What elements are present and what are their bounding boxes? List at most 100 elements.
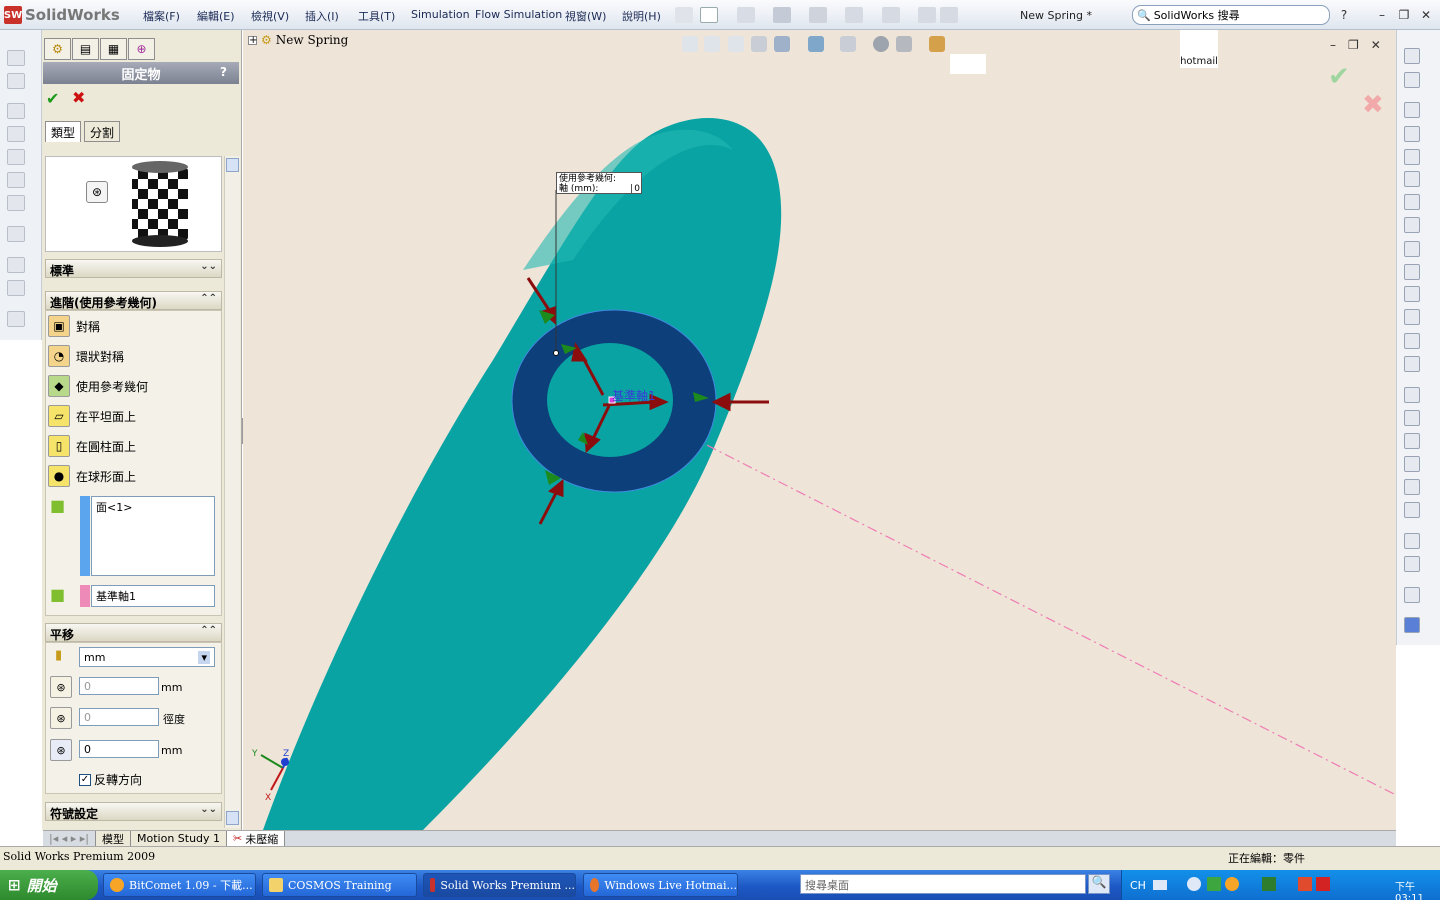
new-document-icon[interactable] [700,7,718,23]
ok-checkmark-icon[interactable]: ✔ [46,89,59,108]
translate-field-2[interactable]: 0 [79,708,159,726]
feature-tree-flyout[interactable]: + ⚙ New Spring [248,33,348,47]
hide-show-icon[interactable] [840,36,856,52]
view-orientation-icon[interactable] [774,36,790,52]
undo-icon[interactable] [845,7,863,23]
tray-app-icon-4[interactable] [1298,877,1312,891]
tray-app-icon-5[interactable] [1316,877,1330,891]
display-style-icon[interactable] [808,36,824,52]
rapid-sketch-icon[interactable] [1404,587,1420,603]
doc-restore-button[interactable]: ❐ [1348,38,1359,52]
menu-insert[interactable]: 插入(I) [305,8,339,24]
pm-help-button[interactable]: ? [220,65,227,79]
menu-file[interactable]: 檔案(F) [143,8,180,24]
pattern-icon[interactable] [1404,479,1420,495]
view-settings-icon[interactable] [929,36,945,52]
mirror-icon[interactable] [1404,387,1420,403]
tab-type[interactable]: 類型 [45,121,82,142]
menu-tools[interactable]: 工具(T) [358,8,395,24]
menu-flow-simulation[interactable]: Flow Simulation [475,8,562,21]
task-solidworks[interactable]: Solid Works Premium ... [423,873,576,897]
slot-icon[interactable] [1404,149,1420,165]
spring-body[interactable] [263,118,782,830]
tree-root-label[interactable]: New Spring [276,33,349,47]
option-use-reference-geometry[interactable]: ◆ 使用參考幾何 [48,373,148,399]
toolbar-icon-5[interactable] [7,149,25,165]
option-on-spherical-face[interactable]: ● 在球形面上 [48,463,136,489]
line-icon[interactable] [1404,102,1420,118]
config-manager-tab[interactable]: ▦ [100,38,127,60]
offset-icon[interactable] [1404,410,1420,426]
toolbar-icon-11[interactable] [7,311,25,327]
menu-edit[interactable]: 編輯(E) [197,8,235,24]
cancel-x-icon[interactable]: ✖ [72,88,85,107]
reverse-direction-checkbox[interactable]: ✓ 反轉方向 [79,771,142,788]
viewport-cancel-icon[interactable]: ✖ [1362,90,1384,120]
section-symbol-settings[interactable]: 符號設定 ⌄⌄ [45,802,222,821]
section-standard[interactable]: 標準 ⌄⌄ [45,259,222,278]
scroll-down-arrow-icon[interactable] [226,811,239,825]
task-bitcomet[interactable]: BitComet 1.09 - 下載... [103,873,256,897]
desktop-search-input[interactable]: 搜尋桌面 [800,874,1086,894]
task-hotmail[interactable]: Windows Live Hotmai... [583,873,738,897]
dimxpert-tab[interactable]: ⊕ [128,38,155,60]
callout-value[interactable]: 0 [631,184,640,194]
smart-dimension-icon[interactable] [1404,72,1420,88]
tab-model[interactable]: 模型 [96,831,131,846]
fillet-icon[interactable] [1404,264,1420,280]
text-icon[interactable] [1404,356,1420,372]
previous-view-icon[interactable] [728,36,744,52]
model-canvas[interactable] [243,30,1396,830]
restore-button[interactable]: ❐ [1396,7,1412,23]
appearance-icon[interactable] [873,36,889,52]
translate-field-1[interactable]: 0 [79,677,159,695]
tab-unsuppressed[interactable]: ✂ 未壓縮 [227,831,286,846]
menu-simulation[interactable]: Simulation [411,8,470,21]
face-list-item[interactable]: 面<1> [96,501,132,514]
toolbar-icon-7[interactable] [7,195,25,211]
menu-view[interactable]: 檢視(V) [251,8,289,24]
print-icon[interactable] [809,7,827,23]
tray-app-icon-1[interactable] [1207,877,1221,891]
menu-help[interactable]: 說明(H) [622,8,661,24]
save-icon[interactable] [773,7,791,23]
zoom-to-fit-icon[interactable] [682,36,698,52]
tray-app-icon-2[interactable] [1225,877,1239,891]
checkbox-checked-icon[interactable]: ✓ [79,773,91,786]
expand-plus-icon[interactable]: + [248,35,257,45]
doc-close-button[interactable]: ✕ [1371,38,1381,52]
move-entities-icon[interactable] [1404,502,1420,518]
select-icon[interactable] [882,7,900,23]
relation-icon[interactable] [1404,456,1420,472]
datum-axis-label[interactable]: 基準軸1 [612,387,656,404]
open-icon[interactable] [737,7,755,23]
option-on-flat-face[interactable]: ▱ 在平坦面上 [48,403,136,429]
polygon-icon[interactable] [1404,286,1420,302]
keyboard-icon[interactable] [1153,880,1167,890]
trim-icon[interactable] [1404,433,1420,449]
translate-field-3[interactable]: 0 [79,740,159,758]
zoom-area-icon[interactable] [704,36,720,52]
section-view-icon[interactable] [751,36,767,52]
instant3d-icon[interactable] [1404,617,1420,633]
scene-icon[interactable] [896,36,912,52]
pm-scrollbar[interactable] [224,156,240,828]
search-go-icon[interactable]: 🔍 [1088,874,1110,894]
options-icon[interactable] [940,7,958,23]
tab-motion-study[interactable]: Motion Study 1 [131,831,228,846]
feature-manager-tab[interactable]: ⚙ [44,38,71,60]
solidworks-logo[interactable]: SW SolidWorks [4,4,122,26]
spline-icon[interactable] [1404,217,1420,233]
help-button[interactable]: ? [1336,7,1352,23]
point-icon[interactable] [1404,309,1420,325]
translate-x-icon[interactable]: ⊛ [50,676,72,698]
start-button[interactable]: ⊞ 開始 [0,870,98,900]
option-symmetry[interactable]: ▣ 對稱 [48,313,100,339]
toolbar-icon-9[interactable] [7,257,25,273]
section-advanced[interactable]: 進階(使用參考幾何) ⌃⌃ [45,291,222,310]
system-clock[interactable]: 下午 03:11 [1395,878,1440,900]
translate-axial-icon[interactable]: ⊛ [50,739,72,761]
tray-expand-icon[interactable] [1187,877,1201,891]
section-translate[interactable]: 平移 ⌃⌃ [45,623,222,642]
toolbar-icon-2[interactable] [7,73,25,89]
